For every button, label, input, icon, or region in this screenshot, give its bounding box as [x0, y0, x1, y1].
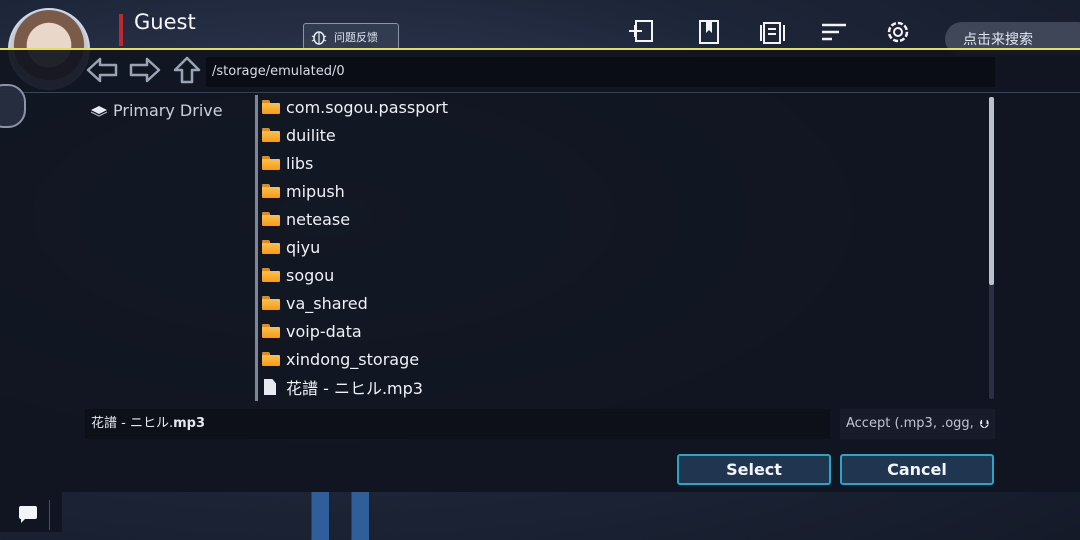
library-icon[interactable]	[758, 17, 788, 47]
cancel-button[interactable]: Cancel	[840, 454, 994, 485]
drive-label: Primary Drive	[113, 101, 223, 120]
filename-extension: mp3	[173, 416, 205, 431]
list-item[interactable]: xindong_storage	[262, 345, 419, 373]
search-placeholder: 点击来搜索	[963, 32, 1033, 48]
list-item[interactable]: netease	[262, 205, 350, 233]
item-name: va_shared	[286, 293, 368, 313]
list-item[interactable]: mipush	[262, 177, 345, 205]
character-art	[305, 492, 385, 540]
select-button[interactable]: Select	[677, 454, 831, 485]
up-arrow-icon[interactable]	[172, 55, 202, 85]
folder-icon	[262, 128, 280, 142]
list-item[interactable]: libs	[262, 149, 313, 177]
forward-arrow-icon[interactable]	[128, 55, 162, 85]
list-item[interactable]: va_shared	[262, 289, 368, 317]
folder-icon	[262, 100, 280, 114]
chat-icon[interactable]	[19, 506, 37, 523]
folder-icon	[262, 296, 280, 310]
feedback-label: 问题反馈	[334, 30, 378, 44]
back-arrow-icon[interactable]	[85, 55, 119, 85]
folder-icon	[262, 268, 280, 282]
list-item[interactable]: com.sogou.passport	[262, 93, 448, 121]
folder-icon	[262, 324, 280, 338]
path-field[interactable]: /storage/emulated/0	[206, 57, 995, 87]
settings-gear-icon[interactable]	[883, 17, 913, 47]
item-name: xindong_storage	[286, 349, 420, 369]
sidebar-item-primary-drive[interactable]: Primary Drive	[90, 101, 223, 120]
bottom-divider	[49, 500, 50, 530]
item-name: 花譜 - ニヒル.mp3	[286, 379, 423, 398]
item-name: duilite	[286, 125, 336, 145]
folder-icon	[262, 156, 280, 170]
item-name: voip-data	[286, 321, 362, 341]
list-item[interactable]: 花譜 - ニヒル.mp3	[262, 373, 423, 401]
username: Guest	[134, 10, 196, 34]
top-bar: Guest 问题反馈 点击来搜索	[0, 0, 1080, 90]
item-name: libs	[286, 153, 314, 173]
filename-prefix: 花譜 - ニヒル.	[91, 416, 174, 431]
folder-icon	[262, 212, 280, 226]
sort-icon[interactable]	[819, 17, 849, 47]
item-name: sogou	[286, 265, 335, 285]
folder-icon	[262, 240, 280, 254]
list-item[interactable]: duilite	[262, 121, 336, 149]
toolbar-divider	[0, 92, 1080, 93]
import-icon[interactable]	[626, 17, 656, 47]
item-name: com.sogou.passport	[286, 97, 448, 117]
accept-label: Accept (.mp3, .ogg,	[846, 416, 974, 431]
item-name: mipush	[286, 181, 345, 201]
file-type-select[interactable]: Accept (.mp3, .ogg, ⮋	[840, 409, 995, 439]
scrollbar-thumb[interactable]	[989, 97, 994, 285]
list-divider	[255, 95, 258, 401]
file-icon	[264, 379, 276, 395]
bug-icon	[311, 30, 327, 45]
bookmark-icon[interactable]	[694, 17, 724, 47]
chevron-down-icon: ⮋	[979, 417, 989, 431]
feedback-button[interactable]: 问题反馈	[303, 23, 399, 50]
list-item[interactable]: sogou	[262, 261, 334, 289]
item-name: netease	[286, 209, 351, 229]
item-name: qiyu	[286, 237, 321, 257]
name-marker	[119, 14, 123, 46]
folder-icon	[262, 184, 280, 198]
drive-icon	[90, 105, 108, 117]
list-item[interactable]: voip-data	[262, 317, 362, 345]
filename-input[interactable]: 花譜 - ニヒル.mp3	[85, 409, 830, 439]
folder-icon	[262, 352, 280, 366]
list-item[interactable]: qiyu	[262, 233, 320, 261]
